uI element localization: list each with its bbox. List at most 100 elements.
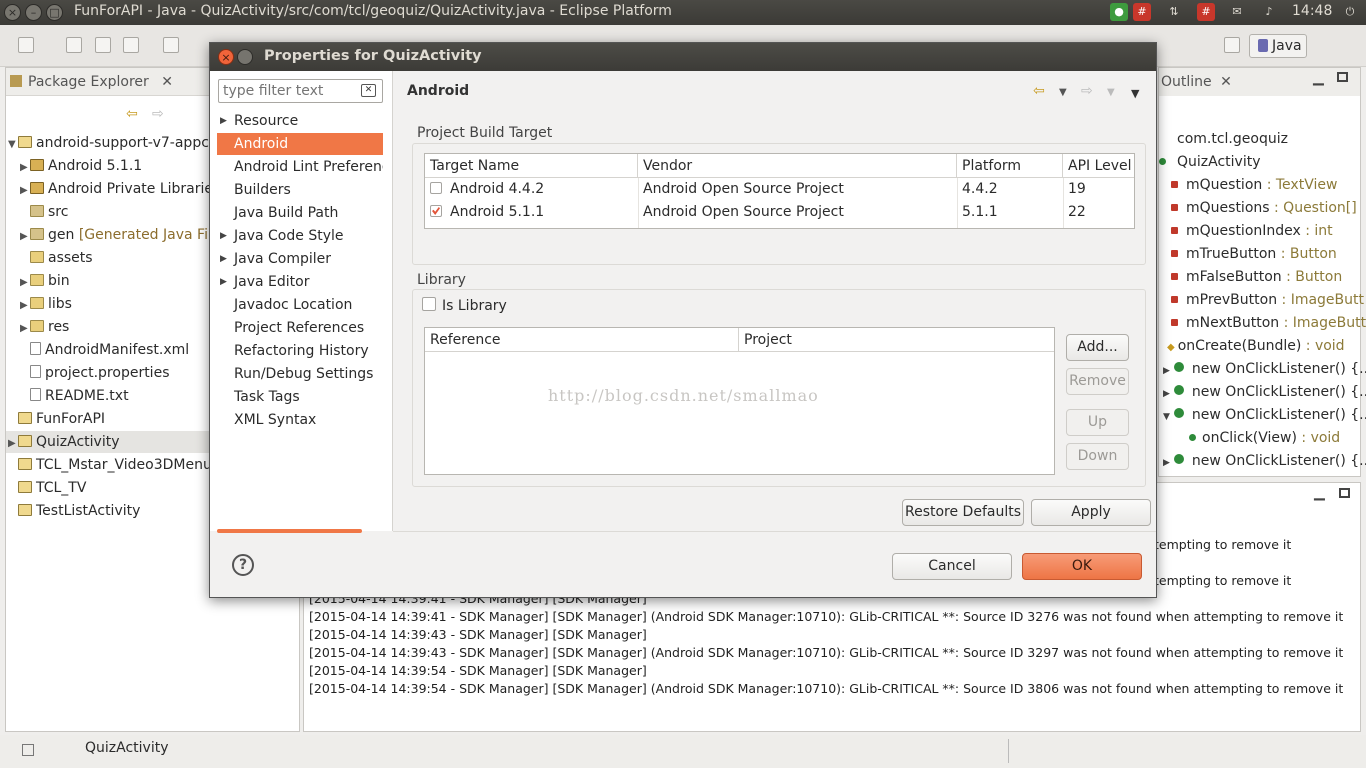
outline-item[interactable]: ▶ new OnClickListener() {... (1163, 381, 1366, 403)
back-menu-icon[interactable]: ▼ (1059, 87, 1067, 98)
target-checkbox-checked[interactable] (430, 205, 442, 217)
volume-icon[interactable]: ♪ (1260, 3, 1278, 21)
close-icon[interactable]: ✕ (1220, 74, 1232, 90)
up-button[interactable]: Up (1066, 409, 1129, 436)
expand-icon[interactable]: ▼ (8, 134, 18, 156)
outline-item[interactable]: ▼ new OnClickListener() {... (1163, 404, 1366, 426)
cancel-button[interactable]: Cancel (892, 553, 1012, 580)
expand-icon[interactable]: ▶ (1163, 389, 1170, 399)
column-header[interactable]: Reference (425, 328, 739, 352)
outline-item[interactable]: ▶ new OnClickListener() {... (1163, 358, 1366, 380)
back-icon[interactable]: ⇦ (126, 106, 138, 122)
ok-button[interactable]: OK (1022, 553, 1142, 580)
tree-item[interactable]: ▶ libs (20, 293, 72, 315)
column-header[interactable]: Vendor (638, 154, 957, 178)
outline-item[interactable]: mFalseButton : Button (1171, 266, 1342, 288)
nav-item-task-tags[interactable]: Task Tags (217, 386, 383, 408)
remove-button[interactable]: Remove (1066, 368, 1129, 395)
nav-item-java-code-style[interactable]: ▶ Java Code Style (217, 225, 383, 247)
expand-icon[interactable]: ▶ (220, 225, 227, 247)
mail-icon[interactable]: ✉ (1228, 3, 1246, 21)
maximize-icon[interactable] (1339, 488, 1350, 498)
outline-item[interactable]: com.tcl.geoquiz (1159, 128, 1288, 150)
tray-app-icon[interactable]: ● (1110, 3, 1128, 21)
outline-item[interactable]: mNextButton : ImageButt (1171, 312, 1366, 334)
outline-item[interactable]: mQuestionIndex : int (1171, 220, 1333, 242)
down-button[interactable]: Down (1066, 443, 1129, 470)
forward-menu-icon[interactable]: ▼ (1107, 87, 1115, 98)
clear-filter-icon[interactable]: ✕ (361, 84, 376, 97)
expand-icon[interactable]: ▶ (1163, 366, 1170, 376)
outline-item[interactable]: mPrevButton : ImageButt (1171, 289, 1364, 311)
nav-item-javadoc-location[interactable]: Javadoc Location (217, 294, 383, 316)
dialog-close-icon[interactable]: × (218, 49, 234, 65)
column-header[interactable]: API Level (1063, 154, 1134, 178)
minimize-icon[interactable]: ▁ (1313, 70, 1324, 86)
expand-icon[interactable]: ▶ (20, 295, 30, 317)
tree-item[interactable]: ▶ Android 5.1.1 (20, 155, 142, 177)
clock[interactable]: 14:48 (1292, 3, 1332, 19)
new-icon[interactable] (18, 37, 34, 53)
nav-item-project-references[interactable]: Project References (217, 317, 383, 339)
tree-item[interactable]: ▶ Android Private Librarie (20, 178, 213, 200)
tree-item[interactable]: assets (20, 247, 93, 269)
help-icon[interactable]: ? (232, 554, 254, 576)
expand-icon[interactable]: ▶ (220, 248, 227, 270)
expand-icon[interactable]: ▶ (220, 271, 227, 293)
outline-item[interactable]: ▶ new OnClickListener() {... (1163, 450, 1366, 472)
expand-icon[interactable]: ▶ (8, 433, 18, 455)
tree-item[interactable]: ▶ bin (20, 270, 70, 292)
tree-item[interactable]: ▶ res (20, 316, 69, 338)
maximize-icon[interactable] (1337, 72, 1348, 82)
save-icon[interactable] (66, 37, 82, 53)
window-maximize-icon[interactable]: □ (46, 4, 63, 21)
nav-item-resource[interactable]: ▶ Resource (217, 110, 383, 132)
minimize-icon[interactable]: ▁ (1314, 485, 1325, 501)
column-header[interactable]: Project (739, 328, 1054, 352)
print-icon[interactable] (123, 37, 139, 53)
back-icon[interactable]: ⇦ (1033, 83, 1045, 99)
outline-item[interactable]: mQuestions : Question[] (1171, 197, 1357, 219)
tree-item[interactable]: FunForAPI (8, 408, 105, 430)
nav-item-xml-syntax[interactable]: XML Syntax (217, 409, 383, 431)
outline-item[interactable]: mQuestion : TextView (1171, 174, 1337, 196)
view-menu-icon[interactable]: ▼ (1131, 87, 1139, 100)
tree-item[interactable]: AndroidManifest.xml (20, 339, 189, 361)
expand-icon[interactable]: ▶ (20, 180, 30, 202)
is-library-checkbox[interactable] (422, 297, 436, 311)
column-header[interactable]: Platform (957, 154, 1063, 178)
save-all-icon[interactable] (95, 37, 111, 53)
expand-icon[interactable]: ▶ (20, 226, 30, 248)
open-perspective-icon[interactable] (1224, 37, 1240, 53)
collapse-icon[interactable]: ▼ (1163, 412, 1170, 422)
dialog-minimize-icon[interactable] (237, 49, 253, 65)
outline-item[interactable]: mTrueButton : Button (1171, 243, 1337, 265)
outline-item[interactable]: onClick(View) : void (1189, 427, 1340, 449)
expand-icon[interactable]: ▶ (1163, 458, 1170, 468)
expand-icon[interactable]: ▶ (220, 110, 227, 132)
tree-item[interactable]: README.txt (20, 385, 129, 407)
tray-notify-icon[interactable]: # (1133, 3, 1151, 21)
binary-icon[interactable] (163, 37, 179, 53)
restore-defaults-button[interactable]: Restore Defaults (902, 499, 1024, 526)
add-button[interactable]: Add... (1066, 334, 1129, 361)
input-method-icon[interactable]: # (1197, 3, 1215, 21)
close-icon[interactable]: ✕ (161, 74, 173, 90)
tree-item[interactable]: TestListActivity (8, 500, 140, 522)
expand-icon[interactable]: ▶ (20, 157, 30, 179)
target-checkbox[interactable] (430, 182, 442, 194)
nav-item-java-build-path[interactable]: Java Build Path (217, 202, 383, 224)
forward-icon[interactable]: ⇨ (152, 106, 164, 122)
nav-item-builders[interactable]: Builders (217, 179, 383, 201)
outline-item[interactable]: QuizActivity (1159, 151, 1261, 173)
network-icon[interactable]: ⇅ (1165, 3, 1183, 21)
tree-item[interactable]: src (20, 201, 68, 223)
expand-icon[interactable]: ▶ (20, 318, 30, 340)
nav-item-run-debug-settings[interactable]: Run/Debug Settings (217, 363, 383, 385)
forward-icon[interactable]: ⇨ (1081, 83, 1093, 99)
package-explorer-tab[interactable]: Package Explorer ✕ (10, 74, 173, 90)
window-close-icon[interactable]: × (4, 4, 21, 21)
nav-item-java-editor[interactable]: ▶ Java Editor (217, 271, 383, 293)
tree-item[interactable]: project.properties (20, 362, 169, 384)
is-library-option[interactable]: Is Library (422, 297, 507, 314)
